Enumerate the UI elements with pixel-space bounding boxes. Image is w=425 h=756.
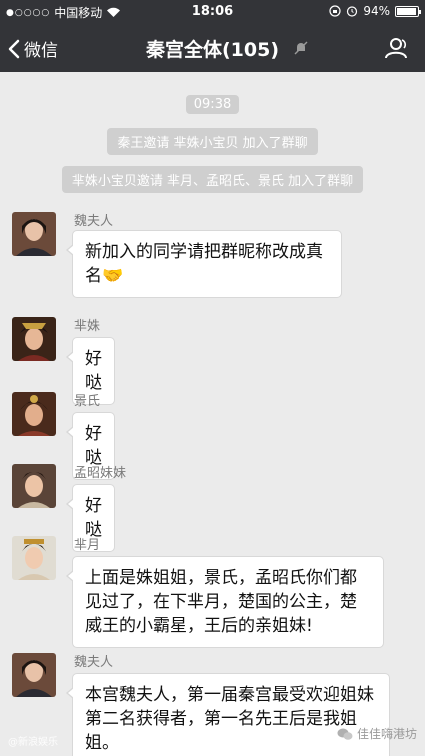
avatar[interactable] [12,536,56,580]
avatar[interactable] [12,317,56,361]
chat-title: 秦宫全体(105) [145,39,280,61]
sender-name: 芈月 [74,538,101,553]
watermark-left: @新浪娱乐 [8,737,58,748]
system-message: 芈姝小宝贝邀请 芈月、孟昭氏、景氏 加入了群聊 [0,166,425,193]
message-bubble[interactable]: 新加入的同学请把群昵称改成真名🤝 [66,230,342,298]
chat-area[interactable]: 09:38 秦王邀请 芈姝小宝贝 加入了群聊 芈姝小宝贝邀请 芈月、孟昭氏、景氏… [0,72,425,756]
timestamp-divider: 09:38 [0,93,425,114]
status-bar: ●○○○○ 中国移动 18:06 94% [0,0,425,24]
system-message-text: 芈姝小宝贝邀请 芈月、孟昭氏、景氏 加入了群聊 [61,166,364,193]
nav-bar: 微信 秦宫全体(105) [0,24,425,72]
wechat-logo-icon [337,728,353,740]
message-bubble[interactable]: 本宫魏夫人，第一届秦宫最受欢迎姐妹第二名获得者，第一名先王后是我姐姐。 [66,673,390,756]
sender-name: 魏夫人 [74,655,114,670]
timestamp-label: 09:38 [185,95,240,114]
system-message-text: 秦王邀请 芈姝小宝贝 加入了群聊 [107,128,318,155]
battery-percent: 94% [363,4,390,18]
message-bubble[interactable]: 上面是姝姐姐，景氏，孟昭氏你们都见过了，在下芈月，楚国的公主，楚威王的小霸星，王… [66,556,384,648]
sender-name: 魏夫人 [74,214,114,229]
battery-fill [397,7,416,15]
sender-name: 芈姝 [74,319,101,334]
system-message: 秦王邀请 芈姝小宝贝 加入了群聊 [0,128,425,155]
avatar[interactable] [12,392,56,436]
status-right: 94% [329,4,421,18]
avatar[interactable] [12,464,56,508]
avatar[interactable] [12,212,56,256]
mute-bell-icon [294,41,308,55]
avatar[interactable] [12,653,56,697]
watermark-right-text: 佳佳嗨港坊 [356,727,417,741]
sender-name: 景氏 [74,394,101,409]
battery-icon [395,5,421,17]
watermark-right: 佳佳嗨港坊 [337,725,417,742]
alarm-icon [347,6,358,17]
group-members-icon[interactable] [383,36,409,60]
sender-name: 孟昭妹妹 [74,466,127,481]
orientation-lock-icon [329,5,341,17]
